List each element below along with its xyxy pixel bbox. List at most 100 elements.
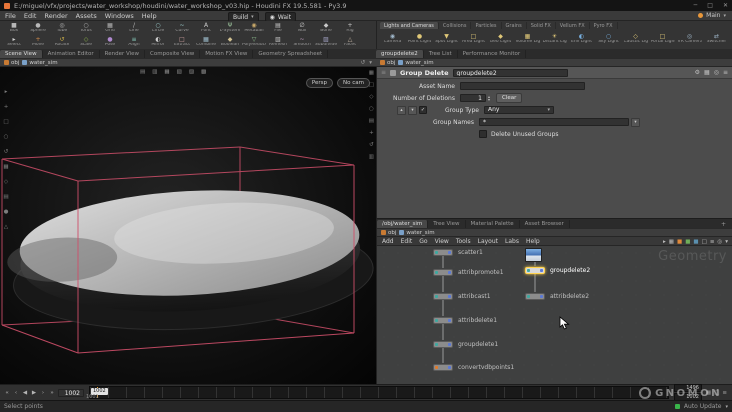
pane-tab[interactable]: Tree View	[428, 220, 466, 228]
shelf-tool[interactable]: ~ Smooth	[290, 36, 314, 48]
menu-item[interactable]: Assets	[76, 12, 97, 20]
menu-item[interactable]: Render	[44, 12, 67, 20]
network-menu-item[interactable]: Edit	[401, 238, 413, 245]
viewport-tool-icon[interactable]: ▤	[3, 194, 8, 200]
shelf-tool[interactable]: □ Area Light	[460, 33, 487, 45]
param-header-icon[interactable]: ≡	[723, 69, 728, 76]
node-box[interactable]	[433, 316, 453, 324]
viewport-tool-icon[interactable]: +	[369, 130, 374, 136]
shelf-tab[interactable]: Particles	[471, 22, 502, 29]
viewport-tool-icon[interactable]: ▤	[369, 118, 374, 124]
update-mode-selector[interactable]: Auto Update	[684, 403, 722, 410]
pane-tab[interactable]: /obj/water_sim	[377, 220, 429, 228]
path-context-chip[interactable]: obj	[4, 60, 19, 66]
node-box[interactable]	[433, 248, 453, 256]
scene-viewport[interactable]: ▤ ▥ ▦ ▧ ▨ ▩ Persp No cam ▸ + □ ○ ↺ ▦ ◇ ▤ ● △ ▦ □ ◇ ○ ▤ + ↺ ▥	[0, 67, 376, 384]
network-menu-item[interactable]: Go	[419, 238, 427, 245]
pane-tab[interactable]: Asset Browser	[520, 220, 570, 228]
pane-tab[interactable]: groupdelete2	[376, 50, 424, 58]
shelf-tool[interactable]: ▽ PolyReduce	[242, 36, 266, 48]
clear-button[interactable]: Clear	[496, 93, 523, 103]
shelf-tool[interactable]: ● Pose	[98, 36, 122, 48]
network-toolbar-icon[interactable]: ▾	[725, 239, 728, 245]
network-menu-item[interactable]: Layout	[478, 238, 498, 245]
shelf-tool[interactable]: Ψ L-System	[218, 22, 242, 34]
shelf-tool[interactable]: ◐ Env Light	[568, 33, 595, 45]
shelf-tool[interactable]: ▸ Select	[2, 36, 26, 48]
menu-item[interactable]: Edit	[24, 12, 37, 20]
shelf-tool[interactable]: ● Sphere	[26, 22, 50, 34]
shelf-tool[interactable]: ○ Torus	[74, 22, 98, 34]
shelf-tool[interactable]: ▧ Remesh	[266, 36, 290, 48]
shelf-tool[interactable]: ▦ Grid	[98, 22, 122, 34]
playbar-icon[interactable]: □	[714, 390, 719, 396]
viewport-tool-icon[interactable]: ●	[4, 209, 9, 215]
shelf-tool[interactable]: ◐ Mirror	[146, 36, 170, 48]
graph-node[interactable]: convertvdbpoints1	[433, 363, 514, 371]
graph-node[interactable]: attribcast1	[433, 292, 491, 300]
group-menu-button[interactable]: ▾	[631, 117, 640, 127]
viewport-toolbar-icon[interactable]: ▧	[177, 69, 182, 75]
shelf-tool[interactable]: △ Facet	[338, 36, 362, 48]
viewport-tool-icon[interactable]: +	[4, 104, 9, 110]
playbar-icon[interactable]: ▦	[706, 390, 711, 396]
path-bar-icon[interactable]: ↺	[361, 60, 366, 66]
shelf-tool[interactable]: ⇄ Switcher	[703, 33, 730, 45]
shelf-tool[interactable]: ◉ Metaball	[242, 22, 266, 34]
graph-node[interactable]: attribdelete1	[433, 316, 497, 324]
pane-tab[interactable]: Performance Monitor	[458, 50, 527, 58]
viewport-tool-icon[interactable]: ▦	[3, 164, 8, 170]
pane-tab[interactable]: Render View	[100, 50, 146, 58]
pane-tab[interactable]: Tree List	[424, 50, 458, 58]
network-toolbar-icon[interactable]: □	[702, 239, 707, 245]
path-node-chip[interactable]: water_sim	[399, 230, 435, 236]
transport-button[interactable]: «	[3, 390, 11, 396]
network-menu-item[interactable]: View	[435, 238, 449, 245]
enable-checkbox[interactable]: ✓	[419, 106, 427, 114]
network-menu-item[interactable]: Tools	[456, 238, 471, 245]
graph-node-selected[interactable]: groupdelete2	[525, 266, 590, 274]
shelf-tab[interactable]: Collisions	[439, 22, 472, 29]
network-menu-item[interactable]: Labs	[505, 238, 519, 245]
network-toolbar-icon[interactable]: ▸	[663, 239, 666, 245]
node-name-field[interactable]: groupdelete2	[452, 68, 568, 77]
viewport-tool-icon[interactable]: ↺	[369, 142, 374, 148]
close-button[interactable]: ✕	[723, 2, 728, 9]
current-frame-field[interactable]: 1002	[58, 388, 84, 397]
shelf-tool[interactable]: ▦ Combine	[194, 36, 218, 48]
path-node-chip[interactable]: water_sim	[398, 60, 434, 66]
viewport-toolbar-icon[interactable]: ▦	[164, 69, 169, 75]
viewport-tool-icon[interactable]: ↺	[4, 149, 9, 155]
shelf-tool[interactable]: A Font	[194, 22, 218, 34]
stepper[interactable]: ▴ ▾	[488, 95, 490, 102]
viewport-toolbar-icon[interactable]: ▩	[201, 69, 206, 75]
shelf-tool[interactable]: / Line	[122, 22, 146, 34]
shelf-tool[interactable]: ≡ Align	[122, 36, 146, 48]
minimize-button[interactable]: ─	[694, 2, 698, 9]
shelf-tool[interactable]: ◆ Geo Light	[487, 33, 514, 45]
shelf-tool[interactable]: ○ Circle	[146, 22, 170, 34]
shelf-tool[interactable]: □ Portal Light	[649, 33, 676, 45]
pane-tab[interactable]: Animation Editor	[43, 50, 100, 58]
network-toolbar-icon[interactable]: ≡	[710, 239, 715, 245]
path-context-chip[interactable]: obj	[380, 60, 395, 66]
take-selector[interactable]: Main ▾	[698, 12, 726, 19]
network-toolbar-icon[interactable]: ■	[693, 239, 698, 245]
network-toolbar-icon[interactable]: ■	[677, 239, 682, 245]
node-box[interactable]	[433, 268, 453, 276]
pane-tab[interactable]: Composite View	[145, 50, 201, 58]
graph-node[interactable]: groupdelete1	[433, 340, 498, 348]
viewport-tool-icon[interactable]: □	[369, 82, 374, 88]
network-menu-item[interactable]: Add	[382, 238, 394, 245]
shelf-tool[interactable]: □ Extract	[170, 36, 194, 48]
shelf-tab[interactable]: Grains	[502, 22, 527, 29]
shelf-tool[interactable]: ◇ Scale	[74, 36, 98, 48]
pane-tab[interactable]: Material Palette	[466, 220, 520, 228]
viewport-toolbar-icon[interactable]: ▨	[189, 69, 194, 75]
shelf-tool[interactable]: ○ Sky Light	[595, 33, 622, 45]
shelf-tab[interactable]: Solid FX	[527, 22, 556, 29]
multiparm-down-button[interactable]: ▾	[408, 105, 417, 115]
path-bar-icon[interactable]: ▾	[369, 60, 372, 66]
shelf-tool[interactable]: ☀ Distant Light	[541, 33, 568, 45]
pane-tab[interactable]: Scene View	[0, 50, 43, 58]
